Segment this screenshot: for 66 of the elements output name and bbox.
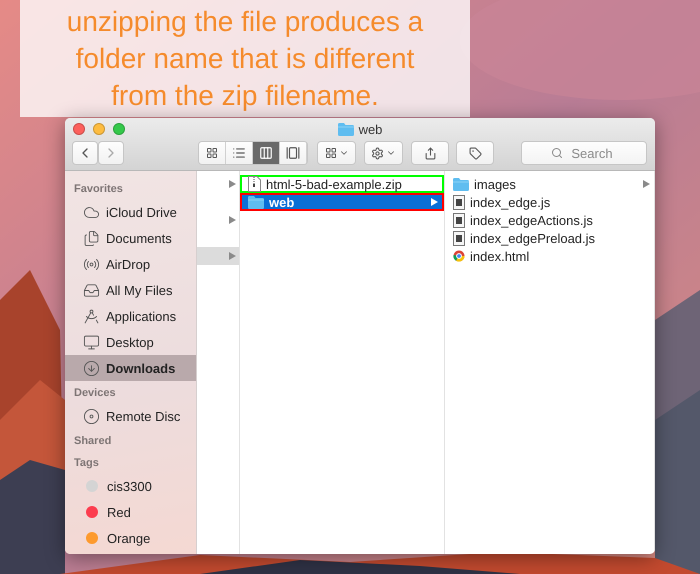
disclosure-arrow-icon	[229, 216, 236, 224]
tray-icon	[83, 282, 100, 298]
document-icon	[453, 230, 465, 246]
tag-item[interactable]: Red	[65, 499, 196, 525]
arrange-icon	[324, 147, 336, 159]
documents-icon	[83, 230, 100, 246]
section-heading: Devices	[73, 386, 117, 401]
file-row[interactable]: html-5-bad-example.zip	[240, 175, 444, 193]
folder-icon	[248, 196, 264, 208]
disclosure-arrow-icon	[431, 198, 438, 206]
section-heading: Favorites	[73, 182, 124, 197]
view-mode-button[interactable]	[253, 142, 280, 164]
caption-text: unzipping the file produces a folder name that is different from the zip filename.	[20, 0, 470, 117]
zoom-button[interactable]	[113, 123, 125, 135]
sidebar-item[interactable]: Downloads	[65, 355, 196, 381]
search-icon	[551, 147, 563, 159]
sidebar-item[interactable]: Desktop	[65, 329, 196, 355]
disclosure-arrow-icon	[643, 180, 650, 188]
file-row[interactable]: index_edge.js	[445, 193, 654, 211]
monitor-icon	[83, 334, 100, 350]
zip-file-icon	[248, 176, 261, 192]
section-heading: Shared	[73, 434, 112, 449]
search-field[interactable]: Search	[521, 141, 647, 165]
close-button[interactable]	[73, 123, 85, 135]
gallery-view-icon	[286, 146, 300, 160]
file-row[interactable]: index_edgePreload.js	[445, 229, 654, 247]
document-icon	[453, 212, 465, 228]
download-icon	[83, 360, 100, 376]
file-row[interactable]: web	[240, 193, 444, 211]
back-button[interactable]	[72, 141, 98, 165]
folder-icon	[453, 178, 469, 190]
disc-icon	[83, 408, 100, 424]
arrange-button[interactable]	[317, 141, 356, 165]
gear-icon	[371, 146, 384, 160]
list-view-icon	[232, 146, 246, 160]
column-view-icon	[259, 146, 273, 160]
tag-item[interactable]: Orange	[65, 525, 196, 551]
disclosure-arrow-icon	[229, 252, 236, 260]
share-button[interactable]	[411, 141, 449, 165]
section-heading: Tags	[73, 456, 100, 471]
icon-view-icon	[206, 147, 218, 159]
sidebar-item[interactable]: Applications	[65, 303, 196, 329]
view-mode-button[interactable]	[226, 142, 253, 164]
view-switcher[interactable]	[198, 141, 308, 165]
tag-item[interactable]: cis3300	[65, 473, 196, 499]
view-mode-button[interactable]	[280, 142, 307, 164]
file-row[interactable]: index.html	[445, 247, 654, 265]
sidebar-item[interactable]: Remote Disc	[65, 403, 196, 429]
folder-row[interactable]	[197, 247, 239, 265]
file-row[interactable]: images	[445, 175, 654, 193]
sidebar-item[interactable]: All My Files	[65, 277, 196, 303]
sidebar-item[interactable]: iCloud Drive	[65, 199, 196, 225]
view-mode-button[interactable]	[199, 142, 226, 164]
folder-icon	[338, 122, 354, 136]
share-icon	[424, 146, 436, 160]
disclosure-arrow-icon	[229, 180, 236, 188]
tag-button[interactable]	[456, 141, 494, 165]
document-icon	[453, 194, 465, 210]
tag-icon	[468, 146, 482, 160]
compass-icon	[83, 308, 100, 324]
action-button[interactable]	[364, 141, 403, 165]
window-title: web	[358, 122, 382, 136]
file-row[interactable]: index_edgeActions.js	[445, 211, 654, 229]
sidebar-item[interactable]: AirDrop	[65, 251, 196, 277]
sidebar-item[interactable]: Documents	[65, 225, 196, 251]
browser-file-icon	[453, 250, 465, 262]
